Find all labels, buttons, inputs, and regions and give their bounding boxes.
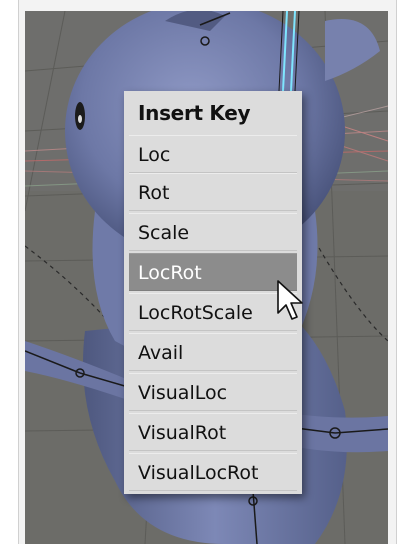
menu-item-visualloc[interactable]: VisualLoc (129, 373, 297, 411)
arrow-cursor-icon (276, 279, 306, 323)
menu-item-avail[interactable]: Avail (129, 333, 297, 371)
menu-title: Insert Key (138, 101, 251, 125)
menu-item-loc[interactable]: Loc (129, 135, 297, 173)
menu-item-visualrot[interactable]: VisualRot (129, 413, 297, 451)
menu-item-locrot[interactable]: LocRot (129, 253, 297, 291)
menu-item-locrotscale[interactable]: LocRotScale (129, 293, 297, 331)
menu-item-scale[interactable]: Scale (129, 213, 297, 251)
menu-item-rot[interactable]: Rot (129, 173, 297, 211)
menu-item-visuallocrot[interactable]: VisualLocRot (129, 453, 297, 491)
